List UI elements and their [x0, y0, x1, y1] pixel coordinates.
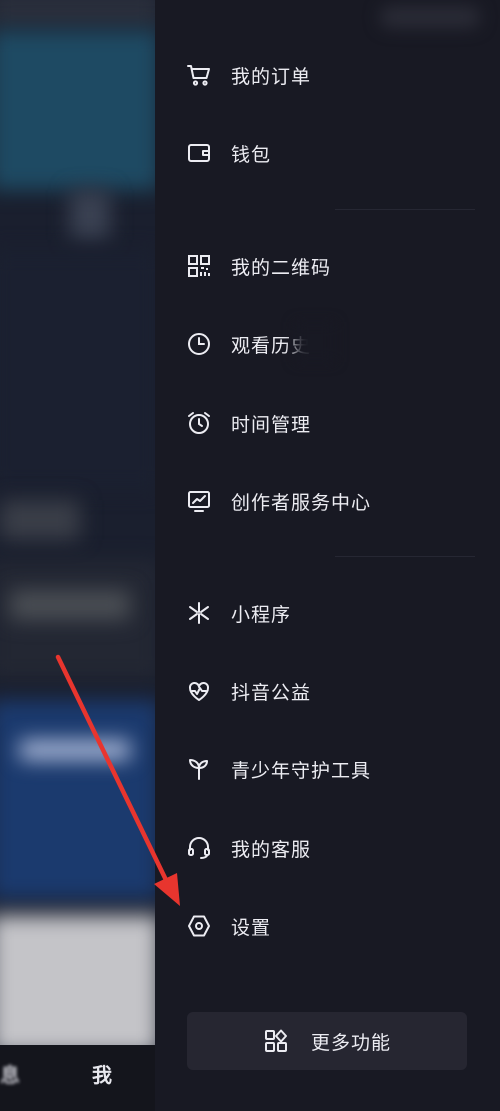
bg-status-bar	[0, 0, 155, 30]
menu-item-label: 我的订单	[231, 65, 312, 88]
divider	[335, 556, 475, 557]
menu-item-customer-service[interactable]: 我的客服	[155, 818, 500, 878]
mini-program-icon	[185, 599, 213, 627]
bg-icon	[70, 190, 110, 240]
nav-me[interactable]: 我	[92, 1059, 112, 1088]
clock-icon	[185, 330, 213, 358]
menu-item-settings[interactable]: 设置	[155, 896, 500, 956]
bg-video-thumbnail	[0, 700, 155, 900]
more-features-label: 更多功能	[310, 1031, 391, 1054]
menu-item-time-management[interactable]: 时间管理	[155, 393, 500, 453]
menu-item-qr-code[interactable]: 我的二维码	[155, 236, 500, 296]
menu-item-label: 创作者服务中心	[231, 491, 372, 514]
menu-item-mini-programs[interactable]: 小程序	[155, 583, 500, 643]
headset-icon	[185, 834, 213, 862]
menu-item-label: 抖音公益	[231, 681, 312, 704]
drawer-top-blur	[380, 6, 480, 28]
divider	[335, 209, 475, 210]
menu-item-label: 青少年守护工具	[231, 759, 372, 782]
more-features-button[interactable]: 更多功能	[187, 1012, 467, 1070]
bg-section	[0, 250, 155, 490]
sprout-icon	[185, 755, 213, 783]
menu-item-orders[interactable]: 我的订单	[155, 45, 500, 105]
menu-item-label: 时间管理	[231, 413, 312, 436]
menu-item-watch-history[interactable]: 观看历史	[155, 314, 500, 374]
qr-code-icon	[185, 252, 213, 280]
side-drawer: 我的订单 钱包 我的二维码 观看历史 时间管理 创作者服务中心 小程序 抖音公益…	[155, 0, 500, 1111]
settings-hexagon-icon	[185, 912, 213, 940]
bg-light-image	[0, 915, 155, 1055]
menu-item-label: 小程序	[231, 603, 292, 626]
menu-item-label: 我的客服	[231, 838, 312, 861]
charity-heart-icon	[185, 677, 213, 705]
bg-card-line	[10, 590, 130, 620]
bg-banner	[0, 30, 155, 190]
bg-thumbnail-text	[20, 740, 130, 760]
menu-item-label: 设置	[231, 916, 272, 939]
bg-text-block	[0, 500, 80, 540]
menu-item-youth-protection[interactable]: 青少年守护工具	[155, 739, 500, 799]
cart-icon	[185, 61, 213, 89]
menu-item-charity[interactable]: 抖音公益	[155, 661, 500, 721]
screen: 息 我 我的订单 钱包 我的二维码 观看历史 时间管理 创作者服务中心 小程序 …	[0, 0, 500, 1111]
grid-icon	[263, 1028, 289, 1054]
menu-item-creator-center[interactable]: 创作者服务中心	[155, 471, 500, 531]
history-fade	[295, 322, 335, 362]
wallet-icon	[185, 139, 213, 167]
menu-item-wallet[interactable]: 钱包	[155, 123, 500, 183]
alarm-clock-icon	[185, 409, 213, 437]
nav-messages[interactable]: 息	[0, 1059, 20, 1088]
bg-card	[0, 560, 155, 680]
menu-item-label: 钱包	[231, 143, 272, 166]
menu-item-label: 我的二维码	[231, 256, 332, 279]
background-content: 息 我	[0, 0, 155, 1111]
bottom-nav: 息 我	[0, 1045, 155, 1111]
monitor-chart-icon	[185, 487, 213, 515]
